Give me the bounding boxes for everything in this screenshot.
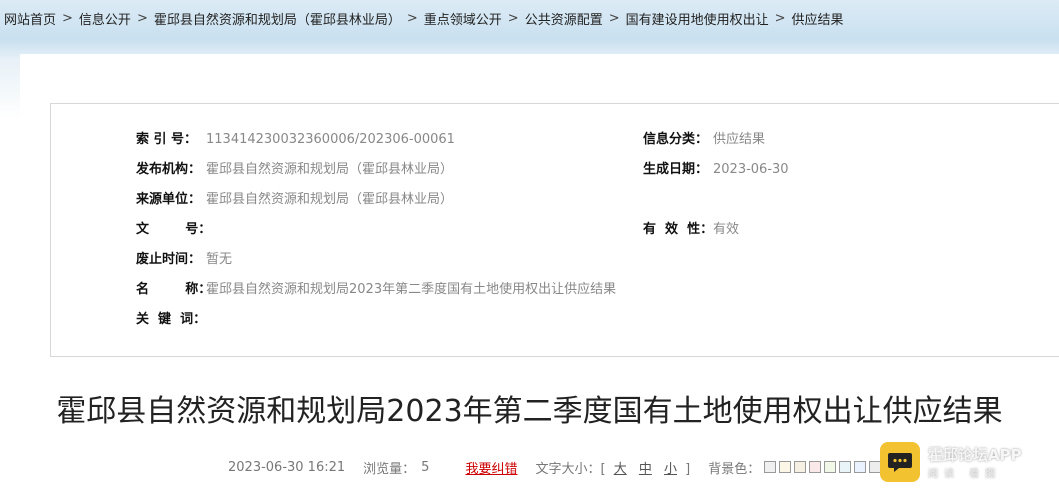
meta-category-label: 信息分类：	[643, 132, 709, 147]
breadcrumb-supply-result-link[interactable]: 供应结果	[792, 9, 844, 28]
report-error-link[interactable]: 我要纠错	[465, 458, 517, 477]
breadcrumb-key-areas-link[interactable]: 重点领域公开	[424, 9, 502, 28]
meta-validity-label: 有 效 性：	[643, 222, 714, 237]
background-color-swatches	[764, 461, 882, 473]
meta-row-name: 名 称：霍邱县自然资源和规划局2023年第二季度国有土地使用权出让供应结果	[136, 281, 616, 299]
meta-row-publisher: 发布机构： 霍邱县自然资源和规划局（霍邱县林业局）	[136, 161, 453, 179]
badge-title: 霍邱论坛APP	[928, 446, 1022, 464]
background-swatch-6[interactable]	[854, 461, 867, 473]
breadcrumb-home-link[interactable]: 网站首页	[4, 9, 56, 28]
badge-subtitle: 阅读 看图	[928, 469, 1002, 480]
background-swatch-0[interactable]	[764, 461, 777, 473]
meta-row-docno: 文 号：	[136, 221, 212, 239]
breadcrumb-separator: >	[608, 10, 620, 26]
article-datetime: 2023-06-30 16:21	[228, 459, 346, 475]
breadcrumb-public-resources-link[interactable]: 公共资源配置	[525, 9, 603, 28]
meta-row-source: 来源单位： 霍邱县自然资源和规划局（霍邱县林业局）	[136, 191, 453, 209]
meta-publisher-label: 发布机构：	[136, 162, 202, 177]
font-size-close: ]	[685, 461, 691, 477]
views-count: 5	[421, 459, 430, 475]
views-label: 浏览量：	[363, 461, 416, 477]
meta-row-index: 索 引 号： 113414230032360006/202306-00061	[136, 131, 455, 149]
breadcrumb-separator: >	[62, 10, 73, 26]
meta-validity-value: 有效	[713, 222, 740, 237]
background-swatch-4[interactable]	[824, 461, 837, 473]
article-title: 霍邱县自然资源和规划局2023年第二季度国有土地使用权出让供应结果	[56, 394, 1003, 429]
meta-row-validity: 有 效 性：有效	[643, 221, 739, 239]
meta-repeal-value: 暂无	[206, 252, 233, 267]
article-info-bar: 2023-06-30 16:21 浏览量： 5 我要纠错 文字大小：[ 大 中 …	[228, 458, 882, 477]
meta-repeal-label: 废止时间：	[136, 252, 202, 267]
font-size-small-link[interactable]: 小	[664, 462, 677, 477]
meta-gen-date-value: 2023-06-30	[713, 162, 789, 177]
background-swatch-1[interactable]	[779, 461, 792, 473]
meta-name-value: 霍邱县自然资源和规划局2023年第二季度国有土地使用权出让供应结果	[206, 282, 617, 297]
meta-row-keywords: 关 键 词：	[136, 311, 206, 329]
meta-publisher-value: 霍邱县自然资源和规划局（霍邱县林业局）	[206, 162, 454, 177]
meta-source-label: 来源单位：	[136, 192, 202, 207]
background-swatch-2[interactable]	[794, 461, 807, 473]
meta-row-repeal: 废止时间： 暂无	[136, 251, 232, 269]
font-size-control: 文字大小：[ 大 中 小 ]	[535, 458, 690, 477]
breadcrumb-separator: >	[406, 10, 418, 26]
font-size-label: 文字大小：[	[535, 461, 606, 477]
font-size-medium-link[interactable]: 中	[639, 462, 652, 477]
breadcrumb-separator: >	[136, 10, 148, 26]
meta-category-value: 供应结果	[713, 132, 766, 147]
breadcrumb-land-transfer-link[interactable]: 国有建设用地使用权出让	[626, 9, 769, 28]
meta-index-value: 113414230032360006/202306-00061	[206, 132, 455, 147]
background-swatch-5[interactable]	[839, 461, 852, 473]
chat-bubble-icon	[880, 442, 920, 482]
meta-keywords-label: 关 键 词：	[136, 312, 207, 327]
breadcrumb-info-link[interactable]: 信息公开	[79, 9, 131, 28]
meta-index-label: 索 引 号：	[136, 132, 198, 147]
metadata-box: 索 引 号： 113414230032360006/202306-00061 信息…	[50, 103, 1059, 357]
breadcrumb: 网站首页 > 信息公开 > 霍邱县自然资源和规划局（霍邱县林业局） > 重点领域…	[0, 0, 1059, 36]
font-size-large-link[interactable]: 大	[614, 462, 627, 477]
meta-source-value: 霍邱县自然资源和规划局（霍邱县林业局）	[206, 192, 454, 207]
breadcrumb-separator: >	[507, 10, 519, 26]
meta-docno-label: 文 号：	[136, 222, 212, 237]
background-swatch-3[interactable]	[809, 461, 822, 473]
background-color-label: 背景色：	[708, 461, 761, 477]
breadcrumb-separator: >	[774, 10, 786, 26]
breadcrumb-bureau-link[interactable]: 霍邱县自然资源和规划局（霍邱县林业局）	[154, 9, 401, 28]
meta-row-category: 信息分类： 供应结果	[643, 131, 765, 149]
meta-name-label: 名 称：	[136, 282, 212, 297]
forum-app-badge[interactable]: 霍邱论坛APP 阅读 看图	[880, 440, 1043, 484]
meta-gen-date-label: 生成日期：	[643, 162, 709, 177]
meta-row-gen-date: 生成日期： 2023-06-30	[643, 161, 789, 179]
